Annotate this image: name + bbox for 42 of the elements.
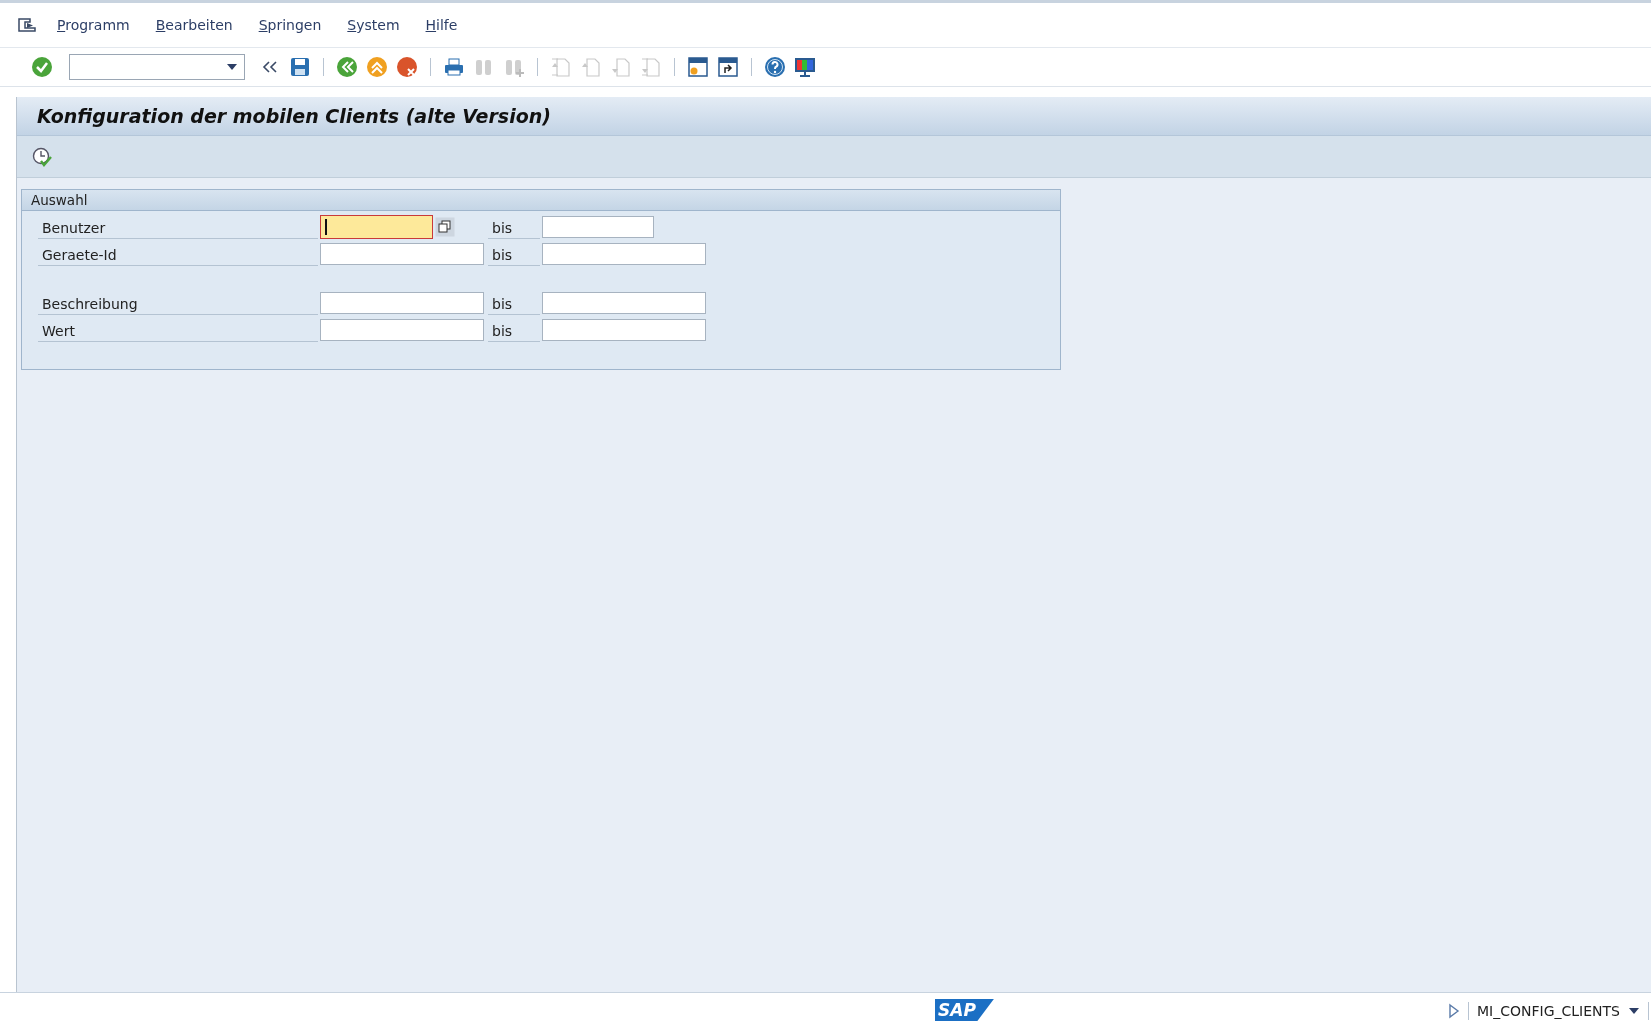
cancel-icon[interactable] [395,55,419,79]
from-field[interactable] [320,215,433,239]
exit-icon[interactable] [365,55,389,79]
help-icon[interactable] [763,55,787,79]
range-label: bis [488,242,540,266]
printer-icon[interactable] [442,55,466,79]
to-field[interactable] [542,292,706,314]
to-field[interactable] [542,243,706,265]
dropdown-icon[interactable] [226,63,238,71]
menu-item[interactable]: Programm [57,17,130,33]
to-field[interactable] [542,216,654,238]
shortcut-icon[interactable] [716,55,740,79]
back-icon[interactable] [335,55,359,79]
check-icon[interactable] [30,55,54,79]
menu-item[interactable]: Hilfe [425,17,458,33]
field-label: Geraete-Id [38,242,318,266]
menu-item[interactable]: Springen [258,17,322,33]
field-label: Benutzer [38,215,318,239]
expand-icon[interactable] [1448,1003,1461,1019]
menu-item[interactable]: System [347,17,400,33]
group-title: Auswahl [31,192,88,208]
multiple-selection-icon[interactable] [435,217,455,237]
execute-icon[interactable] [31,145,53,168]
from-field[interactable] [320,292,484,314]
dropdown-icon[interactable] [1628,1007,1640,1015]
range-label: bis [488,291,540,315]
range-label: bis [488,318,540,342]
range-label: bis [488,215,540,239]
to-field[interactable] [542,319,706,341]
field-label: Beschreibung [38,291,318,315]
save-icon[interactable] [288,55,312,79]
command-field[interactable] [69,54,245,80]
new-window-icon[interactable] [686,55,710,79]
screen-title: Konfiguration der mobilen Clients (alte Version) [37,105,551,127]
logo: SAP [935,999,994,1021]
menu-item[interactable]: Bearbeiten [155,17,233,33]
monitor-icon[interactable] [793,55,817,79]
from-field[interactable] [320,243,484,265]
from-field[interactable] [320,319,484,341]
menu-icon[interactable] [17,17,37,33]
transaction-code[interactable]: MI_CONFIG_CLIENTS [1477,1003,1620,1019]
field-label: Wert [38,318,318,342]
